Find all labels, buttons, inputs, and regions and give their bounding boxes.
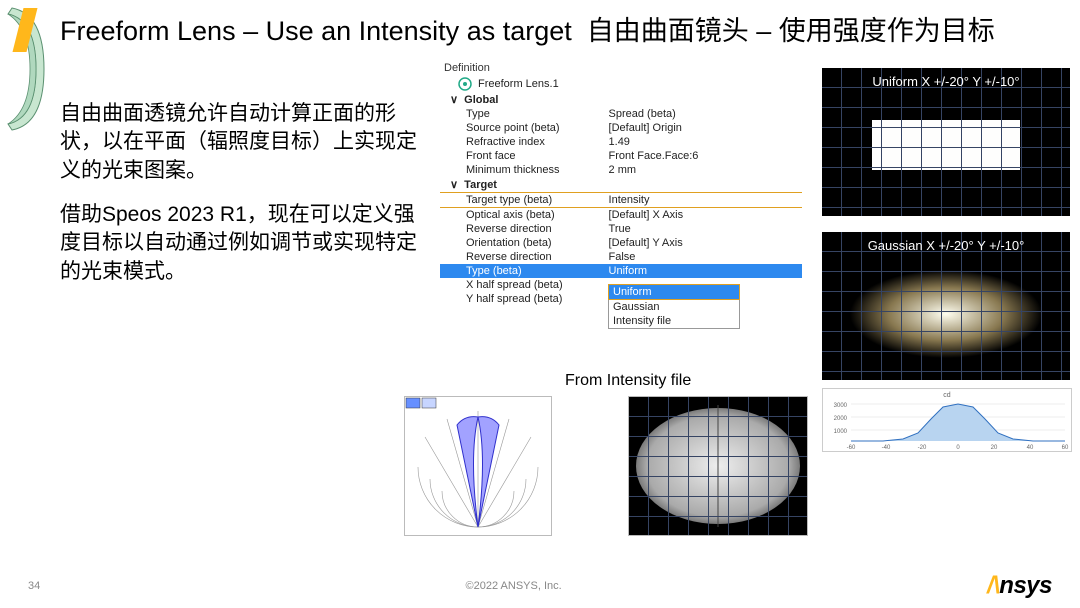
paragraph-2: 借助Speos 2023 R1，现在可以定义强度目标以自动通过例如调节或实现特定… [60,201,430,286]
svg-text:1000: 1000 [834,429,848,435]
dropdown-option[interactable]: Gaussian [609,300,740,315]
node-label: Freeform Lens.1 [478,78,559,90]
table-row: TypeSpread (beta) [440,107,802,121]
gaussian-caption: Gaussian X +/-20° Y +/-10° [822,238,1070,253]
svg-text:60: 60 [1062,445,1069,451]
dropdown-option[interactable]: Intensity file [609,314,740,329]
table-row: Reverse directionFalse [440,250,802,264]
svg-text:40: 40 [1027,445,1034,451]
svg-text:3000: 3000 [834,403,848,409]
grid-overlay [822,232,1070,380]
group-global[interactable]: ∨ Global [440,92,802,107]
title-en: Freeform Lens – Use an Intensity as targ… [60,16,572,46]
gaussian-profile-chart: cd 3000 2000 1000 -60 -40 -20 0 20 40 60 [822,388,1072,452]
paragraph-1: 自由曲面透镜允许自动计算正面的形状，以在平面（辐照度目标）上实现定义的光束图案。 [60,100,430,185]
intensity-file-label: From Intensity file [565,372,691,390]
svg-text:0: 0 [956,445,960,451]
table-row: Source point (beta)[Default] Origin [440,121,802,135]
svg-text:-20: -20 [918,445,927,451]
polar-diagram [404,396,552,536]
ansys-logo: /\nsys [987,572,1052,600]
table-row: Optical axis (beta)[Default] X Axis [440,208,802,223]
footer: 34 ©2022 ANSYS, Inc. /\nsys [0,572,1080,600]
svg-text:2000: 2000 [834,416,848,422]
tree-node[interactable]: Freeform Lens.1 [440,76,802,92]
table-row: Minimum thickness2 mm [440,163,802,177]
uniform-caption: Uniform X +/-20° Y +/-10° [822,74,1070,89]
dropdown-option[interactable]: Uniform [609,285,740,300]
lens-icon [458,77,472,91]
panel-header: Definition [440,60,802,76]
slide-title: Freeform Lens – Use an Intensity as targ… [60,14,1060,49]
svg-text:-60: -60 [847,445,856,451]
title-zh: 自由曲面镜头 – 使用强度作为目标 [587,16,995,46]
grid-overlay [629,397,807,535]
copyright: ©2022 ANSYS, Inc. [466,580,562,592]
table-row: Front faceFront Face.Face:6 [440,149,802,163]
table-row: Reverse directionTrue [440,222,802,236]
grid-overlay [822,68,1070,216]
group-target[interactable]: ∨ Target [440,177,802,193]
table-row: Orientation (beta)[Default] Y Axis [440,236,802,250]
gaussian-result: Gaussian X +/-20° Y +/-10° [822,232,1070,380]
type-dropdown[interactable]: Uniform Gaussian Intensity file [608,284,740,329]
intensity-file-result [628,396,808,536]
svg-text:20: 20 [991,445,998,451]
page-number: 34 [28,580,40,592]
uniform-result: Uniform X +/-20° Y +/-10° [822,68,1070,216]
chart-title: cd [943,392,951,399]
properties-table: ∨ Global TypeSpread (beta) Source point … [440,92,802,306]
body-text: 自由曲面透镜允许自动计算正面的形状，以在平面（辐照度目标）上实现定义的光束图案。… [60,100,430,302]
definition-panel: Definition Freeform Lens.1 ∨ Global Type… [440,60,802,306]
table-row-highlighted: Target type (beta)Intensity [440,193,802,208]
table-row: Refractive index1.49 [440,135,802,149]
svg-text:-40: -40 [882,445,891,451]
table-row-selected: Type (beta)Uniform [440,264,802,278]
